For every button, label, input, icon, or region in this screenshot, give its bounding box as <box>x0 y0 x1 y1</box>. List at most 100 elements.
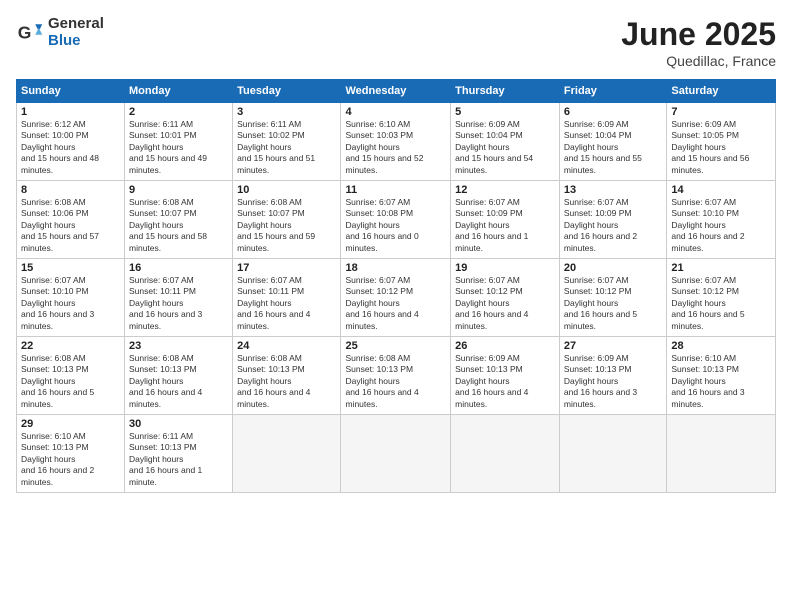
table-row: 6 Sunrise: 6:09 AMSunset: 10:04 PMDaylig… <box>559 103 666 181</box>
table-row: 13 Sunrise: 6:07 AMSunset: 10:09 PMDayli… <box>559 181 666 259</box>
table-row: 26 Sunrise: 6:09 AMSunset: 10:13 PMDayli… <box>451 337 560 415</box>
col-wednesday: Wednesday <box>341 80 451 103</box>
day-info: Sunrise: 6:09 AMSunset: 10:13 PMDaylight… <box>564 353 637 409</box>
table-row <box>667 415 776 493</box>
day-number: 24 <box>237 340 336 352</box>
day-info: Sunrise: 6:07 AMSunset: 10:12 PMDaylight… <box>455 275 528 331</box>
day-number: 19 <box>455 262 555 274</box>
col-saturday: Saturday <box>667 80 776 103</box>
day-number: 9 <box>129 184 228 196</box>
table-row: 16 Sunrise: 6:07 AMSunset: 10:11 PMDayli… <box>125 259 233 337</box>
day-number: 15 <box>21 262 120 274</box>
table-row: 21 Sunrise: 6:07 AMSunset: 10:12 PMDayli… <box>667 259 776 337</box>
table-row: 28 Sunrise: 6:10 AMSunset: 10:13 PMDayli… <box>667 337 776 415</box>
table-row: 10 Sunrise: 6:08 AMSunset: 10:07 PMDayli… <box>233 181 341 259</box>
table-row: 8 Sunrise: 6:08 AMSunset: 10:06 PMDaylig… <box>17 181 125 259</box>
table-row: 23 Sunrise: 6:08 AMSunset: 10:13 PMDayli… <box>125 337 233 415</box>
day-info: Sunrise: 6:10 AMSunset: 10:13 PMDaylight… <box>671 353 744 409</box>
table-row: 20 Sunrise: 6:07 AMSunset: 10:12 PMDayli… <box>559 259 666 337</box>
day-number: 2 <box>129 106 228 118</box>
table-row: 17 Sunrise: 6:07 AMSunset: 10:11 PMDayli… <box>233 259 341 337</box>
col-thursday: Thursday <box>451 80 560 103</box>
day-info: Sunrise: 6:07 AMSunset: 10:09 PMDaylight… <box>455 197 528 253</box>
day-info: Sunrise: 6:11 AMSunset: 10:02 PMDaylight… <box>237 119 315 175</box>
day-number: 8 <box>21 184 120 196</box>
day-number: 13 <box>564 184 662 196</box>
table-row: 19 Sunrise: 6:07 AMSunset: 10:12 PMDayli… <box>451 259 560 337</box>
day-number: 17 <box>237 262 336 274</box>
logo: G General Blue <box>16 16 104 49</box>
day-info: Sunrise: 6:07 AMSunset: 10:12 PMDaylight… <box>671 275 744 331</box>
table-row: 1 Sunrise: 6:12 AMSunset: 10:00 PMDaylig… <box>17 103 125 181</box>
day-number: 16 <box>129 262 228 274</box>
day-info: Sunrise: 6:11 AMSunset: 10:13 PMDaylight… <box>129 431 202 487</box>
svg-text:G: G <box>18 22 32 42</box>
day-info: Sunrise: 6:10 AMSunset: 10:03 PMDaylight… <box>345 119 423 175</box>
day-info: Sunrise: 6:07 AMSunset: 10:11 PMDaylight… <box>129 275 202 331</box>
table-row: 24 Sunrise: 6:08 AMSunset: 10:13 PMDayli… <box>233 337 341 415</box>
day-info: Sunrise: 6:09 AMSunset: 10:13 PMDaylight… <box>455 353 528 409</box>
day-number: 14 <box>671 184 771 196</box>
table-row: 4 Sunrise: 6:10 AMSunset: 10:03 PMDaylig… <box>341 103 451 181</box>
day-number: 20 <box>564 262 662 274</box>
day-number: 23 <box>129 340 228 352</box>
logo-general: General <box>48 16 104 33</box>
table-row: 29 Sunrise: 6:10 AMSunset: 10:13 PMDayli… <box>17 415 125 493</box>
day-number: 3 <box>237 106 336 118</box>
day-number: 29 <box>21 418 120 430</box>
calendar-page: G General Blue June 2025 Quedillac, Fran… <box>0 0 792 612</box>
day-info: Sunrise: 6:07 AMSunset: 10:08 PMDaylight… <box>345 197 418 253</box>
day-info: Sunrise: 6:09 AMSunset: 10:05 PMDaylight… <box>671 119 749 175</box>
day-info: Sunrise: 6:08 AMSunset: 10:06 PMDaylight… <box>21 197 99 253</box>
title-block: June 2025 Quedillac, France <box>621 16 776 69</box>
col-monday: Monday <box>125 80 233 103</box>
day-number: 1 <box>21 106 120 118</box>
day-info: Sunrise: 6:07 AMSunset: 10:10 PMDaylight… <box>671 197 744 253</box>
table-row: 22 Sunrise: 6:08 AMSunset: 10:13 PMDayli… <box>17 337 125 415</box>
day-info: Sunrise: 6:08 AMSunset: 10:07 PMDaylight… <box>129 197 207 253</box>
table-row: 3 Sunrise: 6:11 AMSunset: 10:02 PMDaylig… <box>233 103 341 181</box>
day-number: 5 <box>455 106 555 118</box>
day-number: 12 <box>455 184 555 196</box>
day-info: Sunrise: 6:07 AMSunset: 10:10 PMDaylight… <box>21 275 94 331</box>
day-number: 26 <box>455 340 555 352</box>
day-info: Sunrise: 6:09 AMSunset: 10:04 PMDaylight… <box>455 119 533 175</box>
day-number: 30 <box>129 418 228 430</box>
day-info: Sunrise: 6:08 AMSunset: 10:13 PMDaylight… <box>129 353 202 409</box>
table-row <box>559 415 666 493</box>
table-row: 14 Sunrise: 6:07 AMSunset: 10:10 PMDayli… <box>667 181 776 259</box>
table-row: 2 Sunrise: 6:11 AMSunset: 10:01 PMDaylig… <box>125 103 233 181</box>
table-row: 12 Sunrise: 6:07 AMSunset: 10:09 PMDayli… <box>451 181 560 259</box>
logo-icon: G <box>16 19 44 47</box>
day-info: Sunrise: 6:07 AMSunset: 10:12 PMDaylight… <box>345 275 418 331</box>
day-info: Sunrise: 6:08 AMSunset: 10:07 PMDaylight… <box>237 197 315 253</box>
logo-text: General Blue <box>48 16 104 49</box>
day-info: Sunrise: 6:12 AMSunset: 10:00 PMDaylight… <box>21 119 99 175</box>
day-number: 22 <box>21 340 120 352</box>
logo-blue: Blue <box>48 33 104 50</box>
calendar-table: Sunday Monday Tuesday Wednesday Thursday… <box>16 79 776 493</box>
table-row: 30 Sunrise: 6:11 AMSunset: 10:13 PMDayli… <box>125 415 233 493</box>
col-friday: Friday <box>559 80 666 103</box>
table-row: 15 Sunrise: 6:07 AMSunset: 10:10 PMDayli… <box>17 259 125 337</box>
table-row: 5 Sunrise: 6:09 AMSunset: 10:04 PMDaylig… <box>451 103 560 181</box>
day-info: Sunrise: 6:08 AMSunset: 10:13 PMDaylight… <box>345 353 418 409</box>
table-row <box>341 415 451 493</box>
day-number: 21 <box>671 262 771 274</box>
col-tuesday: Tuesday <box>233 80 341 103</box>
day-info: Sunrise: 6:08 AMSunset: 10:13 PMDaylight… <box>21 353 94 409</box>
day-number: 4 <box>345 106 446 118</box>
day-info: Sunrise: 6:08 AMSunset: 10:13 PMDaylight… <box>237 353 310 409</box>
table-row <box>233 415 341 493</box>
day-number: 28 <box>671 340 771 352</box>
day-info: Sunrise: 6:07 AMSunset: 10:09 PMDaylight… <box>564 197 637 253</box>
title-month: June 2025 <box>621 16 776 53</box>
day-number: 10 <box>237 184 336 196</box>
day-number: 7 <box>671 106 771 118</box>
day-info: Sunrise: 6:09 AMSunset: 10:04 PMDaylight… <box>564 119 642 175</box>
day-number: 6 <box>564 106 662 118</box>
table-row: 11 Sunrise: 6:07 AMSunset: 10:08 PMDayli… <box>341 181 451 259</box>
table-row: 18 Sunrise: 6:07 AMSunset: 10:12 PMDayli… <box>341 259 451 337</box>
table-row: 9 Sunrise: 6:08 AMSunset: 10:07 PMDaylig… <box>125 181 233 259</box>
header: G General Blue June 2025 Quedillac, Fran… <box>16 16 776 69</box>
